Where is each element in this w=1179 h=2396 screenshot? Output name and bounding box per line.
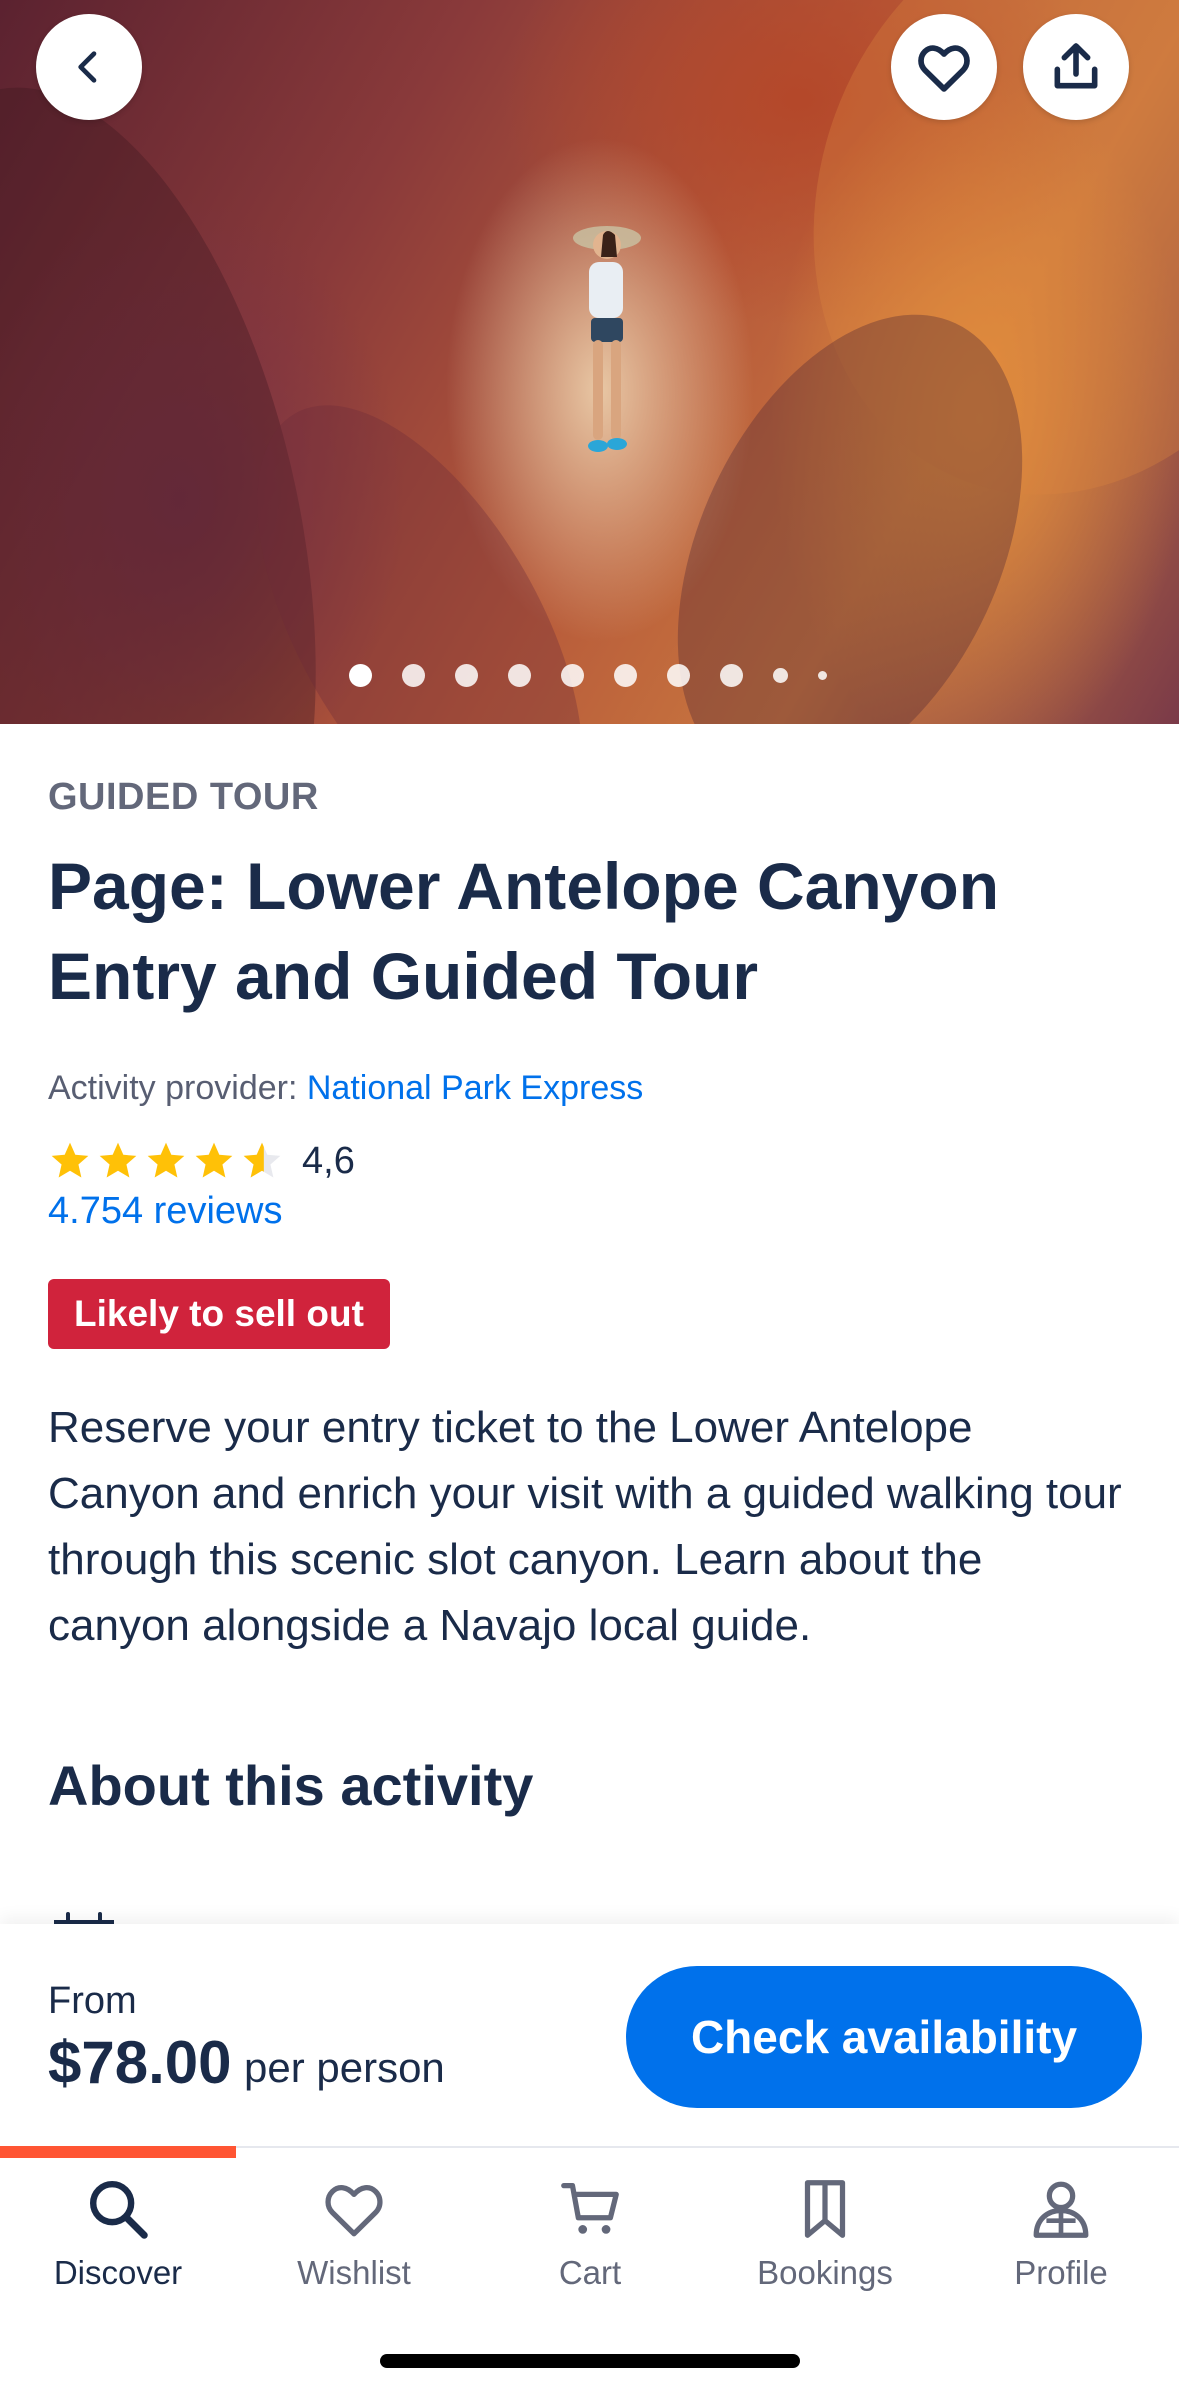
activity-details: GUIDED TOUR Page: Lower Antelope Canyon … [48,724,1131,1818]
heart-icon [918,45,970,92]
pagination-dot[interactable] [817,671,827,680]
star-full-icon [147,1142,185,1178]
activity-provider: Activity provider: National Park Express [48,1069,1131,1108]
nav-label-bookings: Bookings [757,2254,893,2291]
star-full-icon [195,1142,233,1178]
pagination-dot[interactable] [613,664,637,687]
booking-bar: From $78.00 per person Check availabilit… [0,1924,1179,2146]
star-full-icon [99,1142,137,1178]
wishlist-button[interactable] [891,14,997,120]
pagination-dot[interactable] [772,668,788,683]
nav-label-wishlist: Wishlist [297,2254,411,2291]
share-button[interactable] [1023,14,1129,120]
pagination-dot[interactable] [454,664,478,687]
search-icon [90,2181,148,2239]
heart-icon [325,2185,383,2237]
pagination-dot[interactable] [560,664,584,687]
pagination-dot[interactable] [401,664,425,687]
star-half-icon [243,1142,281,1178]
rating-row: 4,6 [48,1138,1131,1184]
nav-item-cart[interactable]: Cart [472,2174,708,2292]
pagination-dot[interactable] [507,664,531,687]
bookmark-icon [804,2180,846,2238]
back-button[interactable] [36,14,142,120]
nav-label-discover: Discover [53,2254,183,2291]
rating-value: 4,6 [302,1139,355,1182]
hiker-figure [573,226,641,452]
about-section-title: About this activity [48,1754,534,1817]
star-full-icon [51,1142,89,1178]
activity-category: GUIDED TOUR [48,776,319,818]
nav-item-discover[interactable]: Discover [0,2174,236,2292]
photo-pagination[interactable] [0,664,1177,687]
nav-item-bookings[interactable]: Bookings [707,2174,943,2292]
hero-image[interactable] [0,0,1179,724]
nav-item-profile[interactable]: Profile [943,2174,1179,2292]
price-value: $78.00 [48,2029,232,2096]
star-rating [48,1139,284,1183]
nav-active-indicator [0,2146,236,2158]
home-indicator[interactable] [380,2354,800,2368]
check-availability-button[interactable]: Check availability [626,1966,1142,2108]
chevron-left-icon [78,51,97,83]
nav-label-profile: Profile [1014,2254,1108,2291]
provider-label: Activity provider: [48,1069,298,1107]
pagination-dot[interactable] [666,664,690,687]
provider-link[interactable]: National Park Express [307,1069,643,1107]
reviews-link[interactable]: 4.754 reviews [48,1190,1131,1233]
nav-item-wishlist[interactable]: Wishlist [236,2174,472,2292]
share-icon [1054,43,1098,89]
pagination-dot[interactable] [719,664,743,687]
sell-out-badge: Likely to sell out [48,1279,390,1349]
activity-description: Reserve your entry ticket to the Lower A… [48,1403,1122,1650]
cart-icon [561,2183,619,2234]
profile-icon [1033,2181,1089,2238]
per-person-label: per person [244,2044,445,2091]
nav-label-cart: Cart [558,2254,622,2291]
activity-title: Page: Lower Antelope Canyon Entry and Gu… [48,849,1000,1013]
from-label: From [48,1980,137,2022]
pagination-dot-active[interactable] [348,664,372,687]
